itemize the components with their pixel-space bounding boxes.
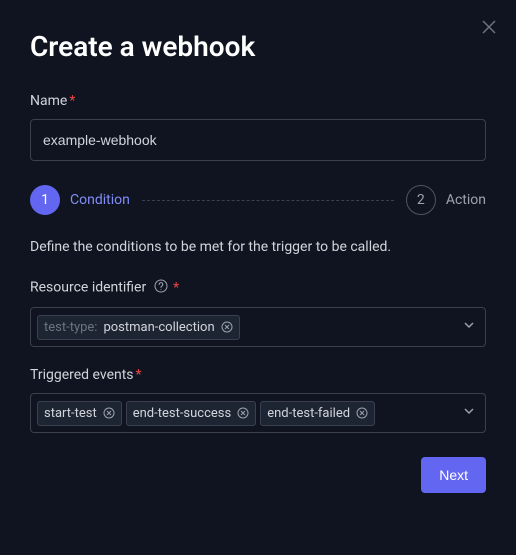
tag-value: end-test-success (133, 406, 232, 421)
step-navigator: 1 Condition 2 Action (30, 185, 486, 215)
resource-select[interactable]: test-type: postman-collection (30, 307, 486, 347)
events-select[interactable]: start-test end-test-success end-test-faile… (30, 393, 486, 433)
step-1-circle: 1 (30, 185, 60, 215)
name-label: Name* (30, 93, 486, 109)
event-tag: end-test-success (126, 401, 257, 426)
next-button[interactable]: Next (421, 457, 486, 493)
tag-remove-icon[interactable] (356, 407, 368, 419)
tag-remove-icon[interactable] (221, 321, 233, 333)
resource-label: Resource identifier * (30, 279, 486, 297)
name-label-text: Name (30, 93, 67, 109)
name-field-group: Name* (30, 93, 486, 161)
chevron-down-icon (463, 405, 475, 421)
close-icon (482, 18, 496, 39)
name-input[interactable] (30, 119, 486, 161)
modal-footer: Next (30, 457, 486, 493)
required-indicator: * (173, 280, 179, 296)
events-field-group: Triggered events* start-test end-test-suc… (30, 367, 486, 433)
tag-prefix: test-type: (44, 320, 97, 335)
tag-remove-icon[interactable] (103, 407, 115, 419)
tag-value: end-test-failed (267, 406, 350, 421)
modal-title: Create a webhook (30, 30, 486, 63)
step-2-label: Action (446, 192, 486, 208)
help-icon[interactable] (154, 279, 168, 297)
resource-tag: test-type: postman-collection (37, 315, 240, 340)
required-indicator: * (69, 93, 75, 109)
step-1-label: Condition (70, 192, 130, 208)
tag-value: start-test (44, 406, 97, 421)
resource-field-group: Resource identifier * test-type: postman… (30, 279, 486, 347)
chevron-down-icon (463, 319, 475, 335)
events-label: Triggered events* (30, 367, 486, 383)
close-button[interactable] (482, 20, 496, 38)
tag-remove-icon[interactable] (237, 407, 249, 419)
required-indicator: * (136, 367, 142, 383)
event-tag: start-test (37, 401, 122, 426)
step-2-circle: 2 (406, 185, 436, 215)
condition-description: Define the conditions to be met for the … (30, 239, 486, 255)
step-condition[interactable]: 1 Condition (30, 185, 130, 215)
resource-label-text: Resource identifier (30, 280, 146, 296)
events-label-text: Triggered events (30, 367, 134, 383)
tag-value: postman-collection (103, 320, 214, 335)
event-tag: end-test-failed (260, 401, 375, 426)
create-webhook-modal: Create a webhook Name* 1 Condition 2 Act… (0, 0, 516, 523)
step-action[interactable]: 2 Action (406, 185, 486, 215)
step-divider (142, 200, 394, 201)
